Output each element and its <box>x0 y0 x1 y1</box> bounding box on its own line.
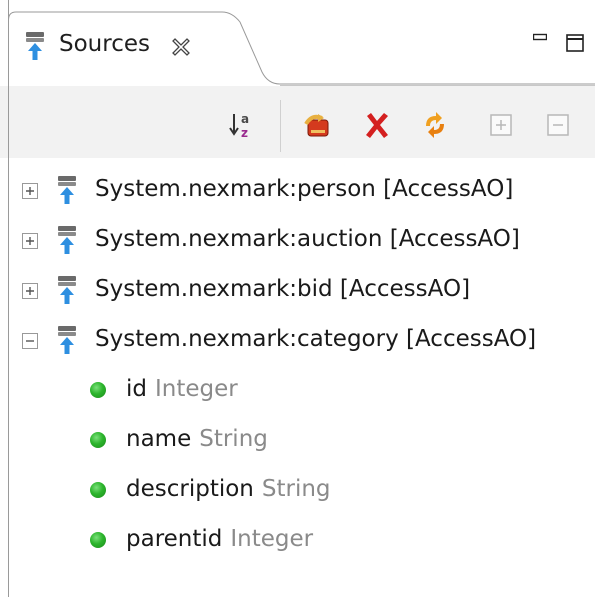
collapse-all-icon[interactable] <box>543 110 573 140</box>
tree-row-attribute[interactable]: parentid Integer <box>0 515 595 565</box>
sort-az-icon[interactable]: a z <box>228 110 258 140</box>
source-label: System.nexmark:person [AccessAO] <box>95 176 514 202</box>
expand-icon[interactable] <box>22 183 38 199</box>
tree-row-source[interactable]: System.nexmark:person [AccessAO] <box>0 165 595 215</box>
attribute-icon <box>90 532 106 548</box>
maximize-icon[interactable] <box>566 34 584 52</box>
source-label: System.nexmark:bid [AccessAO] <box>95 276 471 302</box>
attribute-label: id Integer <box>126 376 238 402</box>
svg-text:z: z <box>241 126 248 140</box>
attribute-label: parentid Integer <box>126 526 313 552</box>
tree-row-attribute[interactable]: id Integer <box>0 365 595 415</box>
source-icon <box>56 275 78 305</box>
tree-row-attribute[interactable]: description String <box>0 465 595 515</box>
attribute-name: id <box>126 376 147 402</box>
source-icon <box>24 31 46 61</box>
attribute-icon <box>90 382 106 398</box>
view-tab-bar: Sources <box>0 0 595 86</box>
expand-icon[interactable] <box>22 283 38 299</box>
source-label: System.nexmark:auction [AccessAO] <box>95 226 520 252</box>
attribute-type: String <box>199 426 268 452</box>
tab-title[interactable]: Sources <box>59 31 150 57</box>
collapse-icon[interactable] <box>22 333 38 349</box>
svg-text:a: a <box>241 112 249 126</box>
toolbar-separator <box>280 100 281 152</box>
source-icon <box>56 225 78 255</box>
attribute-label: name String <box>126 426 268 452</box>
refresh-icon[interactable] <box>420 110 450 140</box>
attribute-name: description <box>126 476 254 502</box>
tree-row-attribute[interactable]: name String <box>0 415 595 465</box>
sources-view: Sources a z System.nexmark:person [Acces… <box>0 0 595 597</box>
expand-icon[interactable] <box>22 233 38 249</box>
add-source-icon[interactable] <box>302 110 332 140</box>
attribute-icon <box>90 432 106 448</box>
delete-icon[interactable] <box>362 110 392 140</box>
tree-row-source[interactable]: System.nexmark:auction [AccessAO] <box>0 215 595 265</box>
tree-row-source[interactable]: System.nexmark:category [AccessAO] <box>0 315 595 365</box>
minimize-icon[interactable] <box>533 33 547 41</box>
attribute-name: name <box>126 426 192 452</box>
attribute-icon <box>90 482 106 498</box>
source-icon <box>56 325 78 355</box>
source-icon <box>56 175 78 205</box>
attribute-name: parentid <box>126 526 223 552</box>
attribute-type: String <box>261 476 331 502</box>
source-label: System.nexmark:category [AccessAO] <box>95 326 537 352</box>
attribute-type: Integer <box>155 376 238 402</box>
attribute-label: description String <box>126 476 331 502</box>
attribute-type: Integer <box>230 526 314 552</box>
expand-all-icon[interactable] <box>486 110 516 140</box>
view-border <box>8 86 9 597</box>
close-icon[interactable] <box>170 36 192 58</box>
tree-row-source[interactable]: System.nexmark:bid [AccessAO] <box>0 265 595 315</box>
